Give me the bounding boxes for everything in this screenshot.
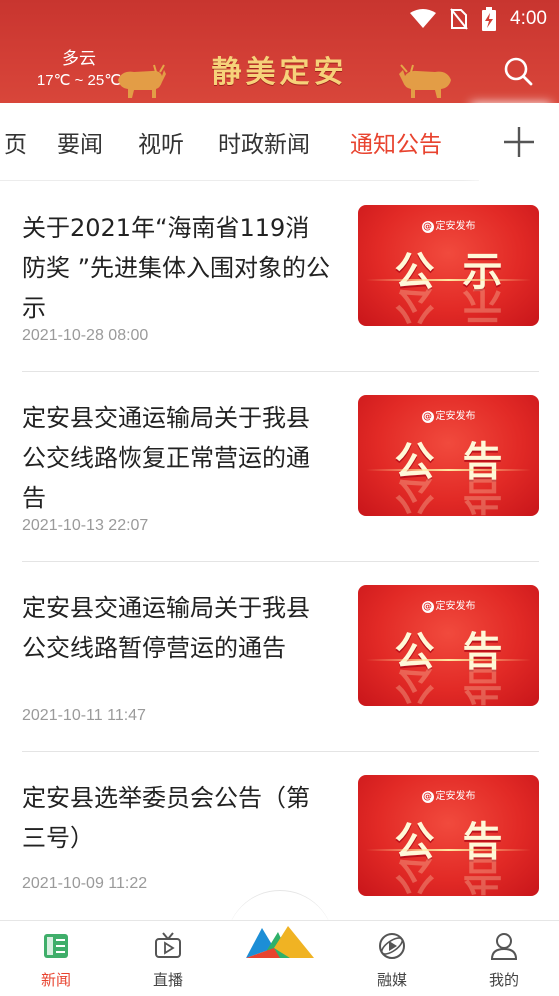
- app-header: 4:00 多云 17℃ ~ 25℃ 静美定安: [0, 0, 559, 103]
- add-channel-button[interactable]: [479, 103, 559, 181]
- plus-icon: [504, 127, 534, 157]
- nav-label: 融媒: [376, 971, 407, 989]
- nav-label: 新闻: [40, 971, 71, 989]
- article-item[interactable]: 定安县交通运输局关于我县公交线路恢复正常营运的通告 2021-10-13 22:…: [22, 372, 539, 562]
- live-tv-icon: [155, 932, 181, 958]
- profile-icon: [490, 933, 518, 960]
- ox-decoration-icon: [399, 64, 451, 98]
- article-thumbnail: @ 定安发布 公告 公告: [358, 395, 539, 516]
- article-item[interactable]: 关于2021年“海南省119消防奖 ”先进集体入围对象的公示 2021-10-2…: [22, 182, 539, 372]
- search-icon[interactable]: [503, 56, 533, 86]
- wifi-icon: [410, 9, 437, 28]
- thumbnail-reflection: 公告: [394, 661, 531, 706]
- nav-label: 直播: [152, 971, 183, 989]
- tab-headlines[interactable]: 要闻: [57, 125, 103, 159]
- article-thumbnail: @ 定安发布 公示 公示: [358, 205, 539, 326]
- article-thumbnail: @ 定安发布 公告 公告: [358, 775, 539, 896]
- tab-video[interactable]: 视听: [138, 125, 184, 159]
- nav-label: 我的: [488, 971, 519, 989]
- status-time: 4:00: [510, 8, 547, 29]
- nav-media[interactable]: 融媒: [352, 921, 432, 996]
- tab-notices[interactable]: 通知公告: [350, 125, 442, 159]
- thumbnail-brand: @ 定安发布: [421, 601, 476, 613]
- battery-charging-icon: [482, 7, 497, 31]
- news-icon: [44, 934, 68, 958]
- category-tabs: 页 要闻 视听 时政新闻 通知公告: [0, 103, 559, 181]
- article-title: 关于2021年“海南省119消防奖 ”先进集体入围对象的公示: [22, 214, 331, 322]
- tab-politics[interactable]: 时政新闻: [218, 125, 310, 159]
- thumbnail-brand: @ 定安发布: [421, 411, 476, 423]
- article-title: 定安县选举委员会公告（第三号）: [22, 784, 310, 852]
- thumbnail-reflection: 公告: [394, 471, 531, 516]
- article-title: 定安县交通运输局关于我县公交线路恢复正常营运的通告: [22, 404, 310, 512]
- thumbnail-brand: @ 定安发布: [421, 791, 476, 803]
- media-icon: [379, 933, 405, 959]
- article-title: 定安县交通运输局关于我县公交线路暂停营运的通告: [22, 594, 310, 662]
- center-logo-icon[interactable]: [244, 922, 316, 962]
- thumbnail-brand: @ 定安发布: [421, 221, 476, 233]
- tab-scroll-area[interactable]: 页 要闻 视听 时政新闻 通知公告: [0, 103, 480, 181]
- article-date: 2021-10-13 22:07: [22, 517, 149, 534]
- article-thumbnail: @ 定安发布 公告 公告: [358, 585, 539, 706]
- app-title: 静美定安: [211, 55, 348, 90]
- nav-news[interactable]: 新闻: [16, 921, 96, 996]
- tab-home[interactable]: 页: [4, 125, 27, 159]
- article-date: 2021-10-09 11:22: [22, 875, 148, 892]
- no-sim-icon: [450, 8, 468, 30]
- article-date: 2021-10-11 11:47: [22, 707, 146, 724]
- nav-live[interactable]: 直播: [128, 921, 208, 996]
- status-bar: 4:00: [410, 4, 547, 34]
- article-date: 2021-10-28 08:00: [22, 327, 149, 344]
- thumbnail-reflection: 公示: [394, 281, 531, 326]
- nav-profile[interactable]: 我的: [464, 921, 544, 996]
- thumbnail-reflection: 公告: [394, 851, 531, 896]
- article-item[interactable]: 定安县交通运输局关于我县公交线路暂停营运的通告 2021-10-11 11:47…: [22, 562, 539, 752]
